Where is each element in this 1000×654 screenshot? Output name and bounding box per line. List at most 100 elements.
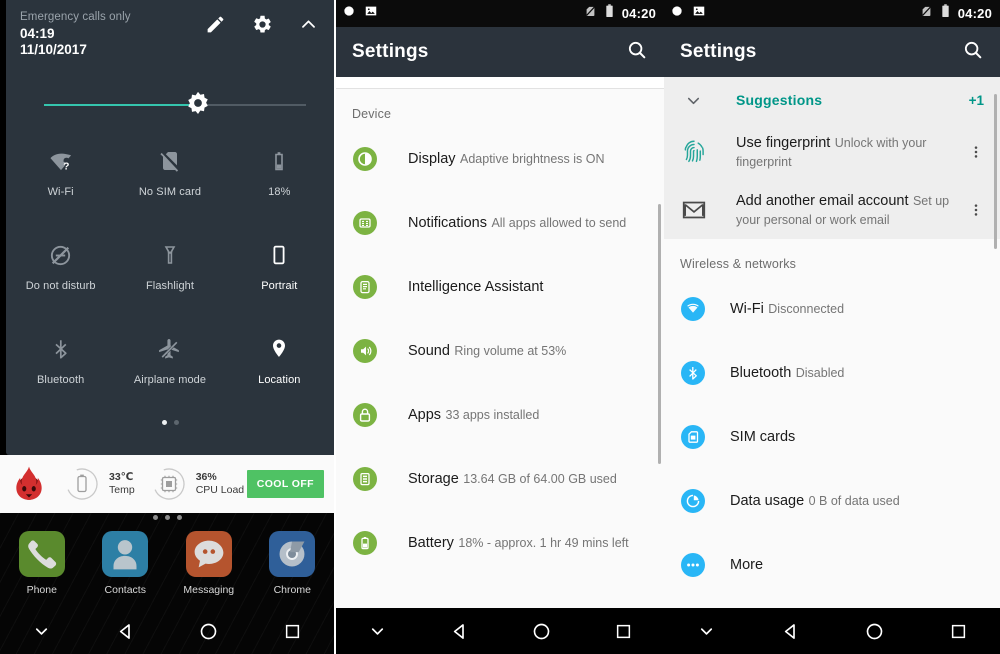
- qs-tile-label: Portrait: [261, 280, 298, 292]
- nav-back-icon[interactable]: [418, 621, 500, 642]
- battery-outline-icon: [62, 464, 102, 504]
- nav-hide-icon[interactable]: [0, 622, 84, 641]
- quick-settings-header: Emergency calls only 04:19 11/10/2017: [6, 0, 334, 74]
- settings-row-data-usage[interactable]: Data usage 0 B of data used: [664, 469, 1000, 533]
- qs-tile-do-not-disturb[interactable]: Do not disturb: [6, 226, 115, 320]
- page-dot[interactable]: [152, 515, 158, 520]
- settings-row-bluetooth[interactable]: Bluetooth Disabled: [664, 341, 1000, 405]
- battery-icon: [267, 146, 291, 176]
- search-icon[interactable]: [962, 39, 984, 66]
- edit-pencil-icon[interactable]: [205, 14, 226, 35]
- app-bar: Settings: [664, 27, 1000, 77]
- cpu-label: CPU Load: [195, 484, 245, 496]
- settings-row-sound[interactable]: Sound Ring volume at 53%: [336, 319, 664, 383]
- quick-settings-page-dots: [6, 420, 334, 425]
- data-usage-icon: [680, 488, 706, 514]
- gmail-envelope-icon: [680, 196, 708, 224]
- nav-recents-icon[interactable]: [582, 622, 664, 641]
- page-dot[interactable]: [164, 515, 170, 520]
- suggestions-header[interactable]: Suggestions +1: [664, 77, 1000, 123]
- qs-tile-battery[interactable]: 18%: [225, 132, 334, 226]
- settings-list: Device Display Adaptive brightness is ON…: [336, 89, 664, 575]
- wifi-question-icon: ?: [48, 146, 74, 176]
- dock-item-messaging[interactable]: Messaging: [167, 531, 251, 596]
- battery-settings-icon: [352, 530, 378, 556]
- settings-row-battery[interactable]: Battery 18% - approx. 1 hr 49 mins left: [336, 511, 664, 575]
- nav-recents-icon[interactable]: [251, 622, 335, 641]
- qs-tile-portrait[interactable]: Portrait: [225, 226, 334, 320]
- qs-tile-wifi[interactable]: ? Wi-Fi: [6, 132, 115, 226]
- settings-row-apps[interactable]: Apps 33 apps installed: [336, 383, 664, 447]
- qs-tile-flashlight[interactable]: Flashlight: [115, 226, 224, 320]
- settings-row-title: Data usage: [730, 492, 805, 509]
- settings-row-wifi[interactable]: Wi-Fi Disconnected: [664, 277, 1000, 341]
- vertical-scrollbar[interactable]: [658, 204, 661, 464]
- status-date: 11/10/2017: [20, 42, 87, 57]
- dock-item-label: Contacts: [104, 584, 146, 596]
- overflow-menu-icon[interactable]: [966, 202, 986, 218]
- qs-tile-label: 18%: [268, 186, 291, 198]
- settings-row-title: Storage: [408, 470, 459, 487]
- dock-item-phone[interactable]: Phone: [0, 531, 84, 596]
- settings-row-storage[interactable]: Storage 13.64 GB of 64.00 GB used: [336, 447, 664, 511]
- nav-hide-icon[interactable]: [336, 622, 418, 641]
- settings-row-title: SIM cards: [730, 428, 796, 445]
- app-bar: Settings: [336, 27, 664, 77]
- dock-item-label: Messaging: [183, 584, 235, 596]
- suggestions-count-badge: +1: [968, 92, 984, 108]
- settings-row-display[interactable]: Display Adaptive brightness is ON: [336, 127, 664, 191]
- status-clock: 04:20: [621, 6, 656, 21]
- settings-row-title: Battery: [408, 534, 454, 551]
- settings-row-sim-cards[interactable]: SIM cards: [664, 405, 1000, 469]
- nav-back-icon[interactable]: [84, 621, 168, 642]
- settings-row-notifications[interactable]: Notifications All apps allowed to send: [336, 191, 664, 255]
- nav-home-icon[interactable]: [500, 621, 582, 642]
- navigation-bar: [0, 608, 334, 654]
- brightness-slider-thumb[interactable]: [183, 90, 213, 125]
- page-title: Settings: [680, 41, 757, 62]
- nav-recents-icon[interactable]: [916, 622, 1000, 641]
- dock-item-chrome[interactable]: Chrome: [251, 531, 335, 596]
- vertical-scrollbar[interactable]: [994, 94, 997, 249]
- chevron-down-icon[interactable]: [680, 91, 706, 110]
- chevron-up-icon[interactable]: [299, 15, 318, 34]
- qs-tile-location[interactable]: Location: [225, 320, 334, 414]
- status-bar: 04:20: [664, 0, 1000, 27]
- cool-off-button[interactable]: COOL OFF: [246, 470, 324, 498]
- qs-tile-no-sim-card[interactable]: No SIM card: [115, 132, 224, 226]
- settings-row-subtitle: 13.64 GB of 64.00 GB used: [463, 471, 617, 486]
- display-brightness-icon: [352, 146, 378, 172]
- nav-back-icon[interactable]: [748, 621, 832, 642]
- quick-settings-panel: Emergency calls only 04:19 11/10/2017 ? …: [0, 0, 334, 654]
- settings-row-subtitle: Adaptive brightness is ON: [460, 151, 605, 166]
- notifications-icon: [352, 210, 378, 236]
- page-dot[interactable]: [173, 420, 179, 425]
- battery-icon: [940, 4, 951, 23]
- dock-item-contacts[interactable]: Contacts: [84, 531, 168, 596]
- settings-row-more[interactable]: More: [664, 533, 1000, 597]
- overflow-menu-icon[interactable]: [966, 144, 986, 160]
- storage-icon: [352, 466, 378, 492]
- suggestion-row-add-email-account[interactable]: Add another email account Set up your pe…: [664, 181, 1000, 239]
- suggestions-title: Suggestions: [736, 92, 823, 108]
- dock-item-label: Chrome: [273, 584, 311, 596]
- brightness-slider[interactable]: [6, 88, 334, 122]
- section-label-wireless: Wireless & networks: [680, 257, 797, 271]
- nav-hide-icon[interactable]: [664, 622, 748, 641]
- nav-home-icon[interactable]: [832, 621, 916, 642]
- gear-icon[interactable]: [252, 14, 273, 35]
- contacts-person-icon: [102, 531, 149, 577]
- qs-tile-airplane-mode[interactable]: Airplane mode: [115, 320, 224, 414]
- page-dot[interactable]: [176, 515, 182, 520]
- suggestion-row-use-fingerprint[interactable]: Use fingerprint Unlock with your fingerp…: [664, 123, 1000, 181]
- no-sim-card-icon: [158, 146, 182, 176]
- app-dock: Phone Contacts Messaging Chrome: [0, 531, 334, 596]
- notification-stat-cpu: 36% CPU Load: [149, 464, 244, 504]
- settings-row-intelligence-assistant[interactable]: Intelligence Assistant: [336, 255, 664, 319]
- nav-home-icon[interactable]: [167, 621, 251, 642]
- settings-row-title: More: [730, 556, 764, 573]
- search-icon[interactable]: [626, 39, 648, 66]
- qs-tile-bluetooth[interactable]: Bluetooth: [6, 320, 115, 414]
- notification-widget[interactable]: 33℃ Temp 36% CPU Load COOL OFF: [0, 455, 334, 513]
- page-dot[interactable]: [161, 420, 167, 425]
